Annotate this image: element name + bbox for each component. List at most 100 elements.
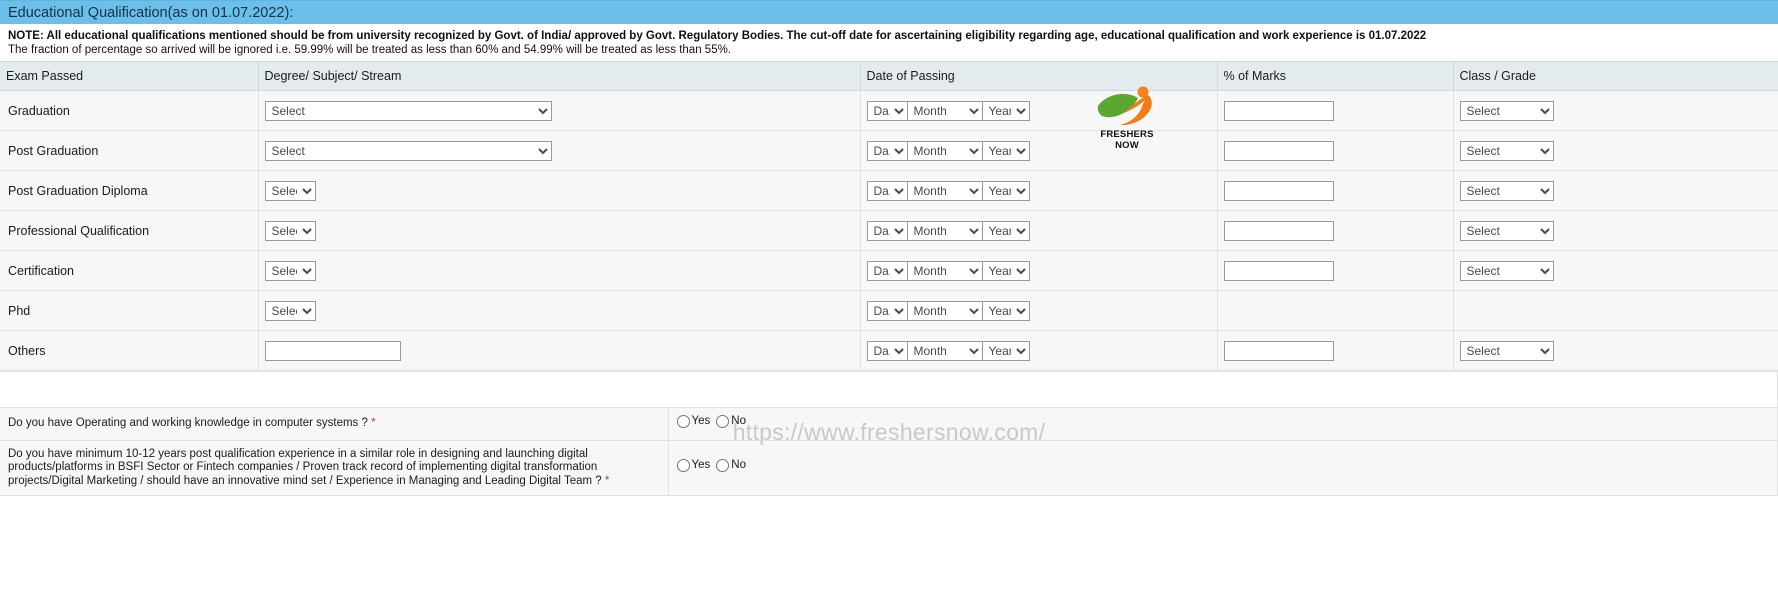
section-title: Educational Qualification(as on 01.07.20…: [8, 5, 294, 21]
day-select-6[interactable]: Day: [866, 340, 908, 361]
radio-label-yes: Yes: [691, 415, 711, 427]
date-of-passing-cell: Day Month Year: [860, 90, 1218, 131]
educational-qualification-page: Educational Qualification(as on 01.07.20…: [0, 0, 1778, 594]
education-table-body: Graduation Select Day Month Year Select Post G…: [0, 90, 1778, 371]
year-select-3[interactable]: Year: [981, 220, 1030, 241]
grade-select-2[interactable]: Select: [1459, 180, 1554, 201]
marks-input-4[interactable]: [1223, 260, 1334, 281]
note-prefix: NOTE:: [8, 30, 47, 42]
radio-label-no: No: [731, 415, 746, 427]
percent-of-marks-cell: [1217, 90, 1454, 131]
date-of-passing-group: Day Month Year: [866, 220, 1030, 241]
radio-option-no[interactable]: No: [716, 415, 746, 429]
marks-input-1[interactable]: [1223, 140, 1334, 161]
table-row: Phd Select Day Month Year: [0, 290, 1778, 331]
grade-select-6[interactable]: Select: [1459, 340, 1554, 361]
note-line-2: The fraction of percentage so arrived wi…: [8, 43, 732, 56]
radio-input-yes[interactable]: [676, 459, 690, 473]
degree-select-5[interactable]: Select: [264, 300, 316, 321]
degree-text-input-6[interactable]: [264, 340, 401, 361]
degree-subject-stream-cell: Select: [258, 90, 861, 131]
table-row: Graduation Select Day Month Year Select: [0, 90, 1778, 131]
grade-select-1[interactable]: Select: [1459, 140, 1554, 161]
radio-input-no[interactable]: [716, 415, 730, 429]
radio-option-no[interactable]: No: [716, 459, 746, 473]
year-select-0[interactable]: Year: [981, 100, 1030, 121]
required-asterisk: *: [371, 417, 376, 430]
degree-subject-stream-cell: Select: [258, 130, 861, 171]
month-select-5[interactable]: Month: [906, 300, 983, 321]
day-select-2[interactable]: Day: [866, 180, 908, 201]
degree-select-3[interactable]: Select: [264, 220, 316, 241]
degree-select-2[interactable]: Select: [264, 180, 316, 201]
year-select-4[interactable]: Year: [981, 260, 1030, 281]
radio-input-no[interactable]: [716, 459, 730, 473]
percent-of-marks-cell: [1217, 130, 1454, 171]
questions-table-body: Do you have Operating and working knowle…: [0, 371, 1778, 497]
date-of-passing-cell: Day Month Year: [860, 290, 1218, 331]
marks-input-2[interactable]: [1223, 180, 1334, 201]
date-of-passing-group: Day Month Year: [866, 300, 1030, 321]
degree-select-0[interactable]: Select: [264, 100, 552, 121]
degree-subject-stream-cell: Select: [258, 250, 861, 291]
class-grade-cell: Select: [1453, 250, 1778, 291]
exam-passed-label: Post Graduation Diploma: [0, 170, 259, 211]
grade-select-0[interactable]: Select: [1459, 100, 1554, 121]
class-grade-cell: Select: [1453, 170, 1778, 211]
year-select-1[interactable]: Year: [981, 140, 1030, 161]
note-block: NOTE: All educational qualifications men…: [0, 24, 1778, 61]
percent-of-marks-cell: [1217, 330, 1454, 371]
day-select-4[interactable]: Day: [866, 260, 908, 281]
note-line-1: All educational qualifications mentioned…: [46, 30, 1427, 42]
class-grade-cell: Select: [1453, 330, 1778, 371]
watermark-spacer-row: [0, 371, 1778, 408]
grade-select-3[interactable]: Select: [1459, 220, 1554, 241]
grade-select-4[interactable]: Select: [1459, 260, 1554, 281]
day-select-5[interactable]: Day: [866, 300, 908, 321]
degree-select-4[interactable]: Select: [264, 260, 316, 281]
date-of-passing-cell: Day Month Year: [860, 210, 1218, 251]
year-select-5[interactable]: Year: [981, 300, 1030, 321]
date-of-passing-cell: Day Month Year: [860, 250, 1218, 291]
day-select-0[interactable]: Day: [866, 100, 908, 121]
class-grade-cell: Select: [1453, 90, 1778, 131]
radio-option-yes[interactable]: Yes: [676, 415, 711, 429]
percent-of-marks-cell: [1217, 170, 1454, 211]
degree-select-1[interactable]: Select: [264, 140, 552, 161]
exam-passed-label: Others: [0, 330, 259, 371]
month-select-6[interactable]: Month: [906, 340, 983, 361]
question-label: Do you have Operating and working knowle…: [8, 417, 372, 430]
question-options: Yes No: [668, 407, 1778, 441]
question-label: Do you have minimum 10-12 years post qua…: [8, 447, 605, 487]
date-of-passing-group: Day Month Year: [866, 100, 1030, 121]
month-select-2[interactable]: Month: [906, 180, 983, 201]
exam-passed-label: Professional Qualification: [0, 210, 259, 251]
marks-input-3[interactable]: [1223, 220, 1334, 241]
month-select-0[interactable]: Month: [906, 100, 983, 121]
percent-of-marks-cell: [1217, 290, 1454, 331]
month-select-3[interactable]: Month: [906, 220, 983, 241]
day-select-3[interactable]: Day: [866, 220, 908, 241]
date-of-passing-cell: Day Month Year: [860, 170, 1218, 211]
date-of-passing-cell: Day Month Year: [860, 130, 1218, 171]
education-table: Exam Passed Degree/ Subject/ Stream Date…: [0, 61, 1778, 371]
marks-input-6[interactable]: [1223, 340, 1334, 361]
radio-input-yes[interactable]: [676, 415, 690, 429]
day-select-1[interactable]: Day: [866, 140, 908, 161]
year-select-2[interactable]: Year: [981, 180, 1030, 201]
year-select-6[interactable]: Year: [981, 340, 1030, 361]
date-of-passing-cell: Day Month Year: [860, 330, 1218, 371]
date-of-passing-group: Day Month Year: [866, 340, 1030, 361]
header-date-of-passing: Date of Passing: [860, 61, 1218, 91]
class-grade-cell: Select: [1453, 210, 1778, 251]
marks-input-0[interactable]: [1223, 100, 1334, 121]
month-select-1[interactable]: Month: [906, 140, 983, 161]
degree-subject-stream-cell: [258, 330, 861, 371]
percent-of-marks-cell: [1217, 250, 1454, 291]
table-row: Post Graduation Diploma Select Day Month Yea…: [0, 170, 1778, 211]
radio-option-yes[interactable]: Yes: [676, 459, 710, 473]
exam-passed-label: Certification: [0, 250, 259, 291]
question-options: Yes No: [668, 439, 1778, 497]
month-select-4[interactable]: Month: [906, 260, 983, 281]
question-row: Do you have Operating and working knowle…: [0, 407, 1778, 441]
